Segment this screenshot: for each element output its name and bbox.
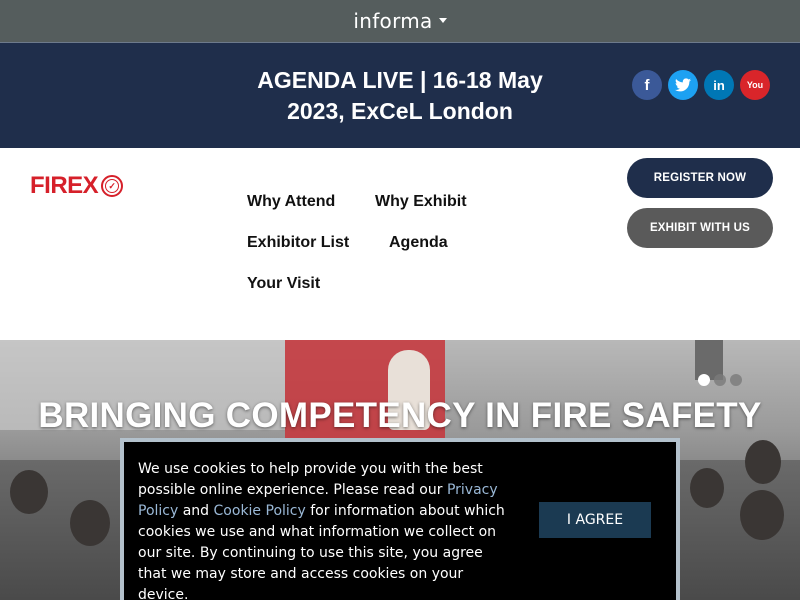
- informa-topbar: informa: [0, 0, 800, 42]
- hero-title: BRINGING COMPETENCY IN FIRE SAFETY: [38, 396, 762, 435]
- slider-dot-3[interactable]: [730, 374, 742, 386]
- logo-seal-icon: ✓: [101, 175, 124, 197]
- nav-exhibitor-list[interactable]: Exhibitor List: [247, 234, 349, 252]
- nav-agenda[interactable]: Agenda: [389, 234, 448, 252]
- informa-brand: informa: [353, 9, 433, 33]
- firex-logo[interactable]: FIREX ✓: [30, 172, 124, 200]
- exhibit-with-us-button[interactable]: EXHIBIT WITH US: [627, 208, 773, 248]
- banner-title: AGENDA LIVE | 16-18 May 2023, ExCeL Lond…: [257, 67, 543, 124]
- nav-why-exhibit[interactable]: Why Exhibit: [375, 193, 467, 211]
- agenda-banner: AGENDA LIVE | 16-18 May 2023, ExCeL Lond…: [0, 42, 800, 148]
- cookie-text-2: and: [178, 503, 214, 519]
- linkedin-icon[interactable]: in: [704, 70, 734, 100]
- slider-dot-2[interactable]: [714, 374, 726, 386]
- informa-brand-menu[interactable]: informa: [353, 9, 447, 33]
- nav-why-attend[interactable]: Why Attend: [247, 193, 335, 211]
- site-header: FIREX ✓ Why Attend Why Exhibit Exhibitor…: [0, 148, 800, 340]
- cookie-text-1: We use cookies to help provide you with …: [138, 461, 483, 498]
- logo-text: FIREX: [30, 172, 99, 199]
- cookie-message: We use cookies to help provide you with …: [138, 459, 508, 600]
- i-agree-button[interactable]: I AGREE: [539, 502, 651, 538]
- social-links: f in You: [632, 70, 770, 100]
- register-now-button[interactable]: REGISTER NOW: [627, 158, 773, 198]
- cookie-policy-link[interactable]: Cookie Policy: [214, 503, 306, 519]
- chevron-down-icon: [438, 18, 447, 23]
- facebook-icon[interactable]: f: [632, 70, 662, 100]
- youtube-icon[interactable]: You: [740, 70, 770, 100]
- twitter-icon[interactable]: [668, 70, 698, 100]
- nav-your-visit[interactable]: Your Visit: [247, 275, 320, 293]
- slider-dot-1[interactable]: [698, 374, 710, 386]
- cookie-banner: We use cookies to help provide you with …: [120, 438, 680, 600]
- slider-dots: [698, 374, 742, 386]
